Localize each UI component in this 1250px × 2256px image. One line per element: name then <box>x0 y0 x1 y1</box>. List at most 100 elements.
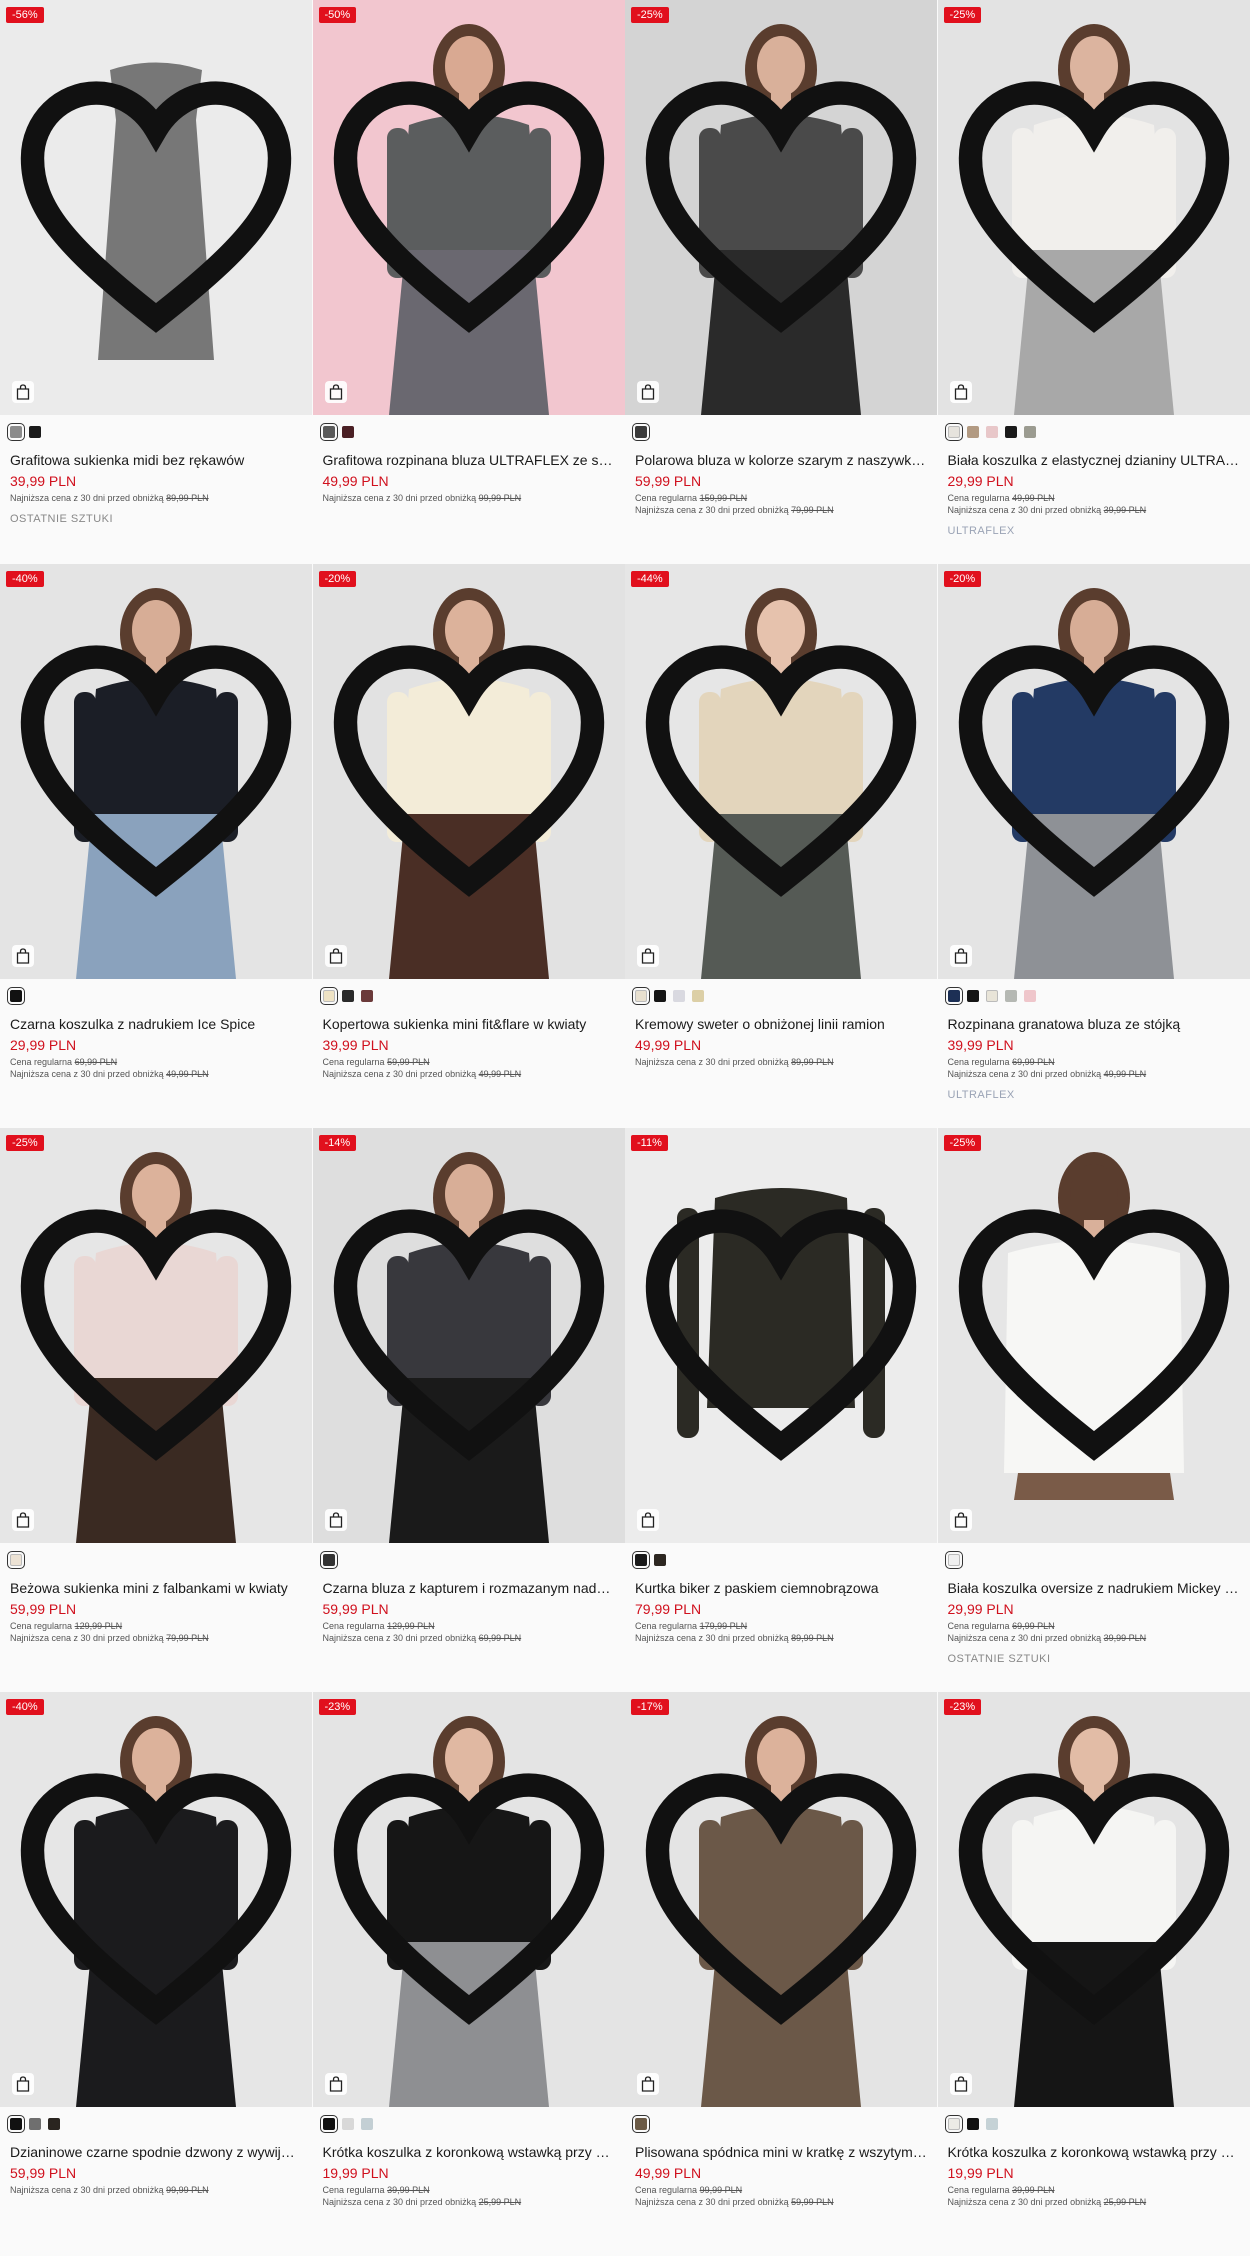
product-name[interactable]: Biała koszulka z elastycznej dzianiny UL… <box>938 442 1250 469</box>
color-swatch[interactable] <box>635 2118 647 2130</box>
wishlist-heart-icon[interactable] <box>938 1692 1250 2107</box>
add-to-bag-button[interactable] <box>637 2073 659 2095</box>
product-name[interactable]: Polarowa bluza w kolorze szarym z naszyw… <box>625 442 938 469</box>
add-to-bag-button[interactable] <box>637 945 659 967</box>
product-image[interactable]: -11% <box>625 1128 937 1543</box>
product-card[interactable]: -40% Dzianinowe czarne spodnie dzwony z … <box>0 1692 313 2256</box>
product-name[interactable]: Czarna bluza z kapturem i rozmazanym nad… <box>313 1570 626 1597</box>
product-card[interactable]: -56% Grafitowa sukienka midi bez rękawów… <box>0 0 313 564</box>
product-card[interactable]: -23% Krótka koszulka z koronkową wstawką… <box>313 1692 626 2256</box>
product-name[interactable]: Plisowana spódnica mini w kratkę z wszyt… <box>625 2134 938 2161</box>
product-name[interactable]: Rozpinana granatowa bluza ze stójką <box>938 1006 1250 1033</box>
product-card[interactable]: -23% Krótka koszulka z koronkową wstawką… <box>938 1692 1250 2256</box>
add-to-bag-button[interactable] <box>325 1509 347 1531</box>
color-swatch[interactable] <box>361 990 373 1002</box>
product-image[interactable]: -25% <box>938 1128 1250 1543</box>
color-swatch[interactable] <box>654 1554 666 1566</box>
add-to-bag-button[interactable] <box>950 381 972 403</box>
product-image[interactable]: -40% <box>0 1692 312 2107</box>
product-image[interactable]: -40% <box>0 564 312 979</box>
wishlist-heart-icon[interactable] <box>0 0 312 415</box>
color-swatch[interactable] <box>342 2118 354 2130</box>
wishlist-heart-icon[interactable] <box>313 564 625 979</box>
product-image[interactable]: -23% <box>938 1692 1250 2107</box>
color-swatch[interactable] <box>10 2118 22 2130</box>
product-image[interactable]: -17% <box>625 1692 937 2107</box>
color-swatch[interactable] <box>10 1554 22 1566</box>
add-to-bag-button[interactable] <box>325 2073 347 2095</box>
color-swatch[interactable] <box>948 426 960 438</box>
color-swatch[interactable] <box>323 1554 335 1566</box>
color-swatch[interactable] <box>967 990 979 1002</box>
add-to-bag-button[interactable] <box>950 2073 972 2095</box>
color-swatch[interactable] <box>948 2118 960 2130</box>
product-card[interactable]: -50% Grafitowa rozpinana bluza ULTRAFLEX… <box>313 0 626 564</box>
color-swatch[interactable] <box>692 990 704 1002</box>
color-swatch[interactable] <box>635 1554 647 1566</box>
product-card[interactable]: -17% Plisowana spódnica mini w kratkę z … <box>625 1692 938 2256</box>
add-to-bag-button[interactable] <box>12 2073 34 2095</box>
product-card[interactable]: -40% Czarna koszulka z nadrukiem Ice Spi… <box>0 564 313 1128</box>
product-card[interactable]: -25% Polarowa bluza w kolorze szarym z n… <box>625 0 938 564</box>
wishlist-heart-icon[interactable] <box>625 564 937 979</box>
add-to-bag-button[interactable] <box>637 1509 659 1531</box>
color-swatch[interactable] <box>948 990 960 1002</box>
product-image[interactable]: -25% <box>625 0 937 415</box>
product-card[interactable]: -11% Kurtka biker z paskiem ciemnobrązow… <box>625 1128 938 1692</box>
product-name[interactable]: Krótka koszulka z koronkową wstawką przy… <box>313 2134 626 2161</box>
product-image[interactable]: -20% <box>313 564 625 979</box>
color-swatch[interactable] <box>48 2118 60 2130</box>
color-swatch[interactable] <box>986 2118 998 2130</box>
color-swatch[interactable] <box>635 426 647 438</box>
add-to-bag-button[interactable] <box>325 381 347 403</box>
product-name[interactable]: Grafitowa rozpinana bluza ULTRAFLEX ze s… <box>313 442 626 469</box>
color-swatch[interactable] <box>1005 426 1017 438</box>
product-image[interactable]: -23% <box>313 1692 625 2107</box>
color-swatch[interactable] <box>967 2118 979 2130</box>
color-swatch[interactable] <box>10 990 22 1002</box>
product-name[interactable]: Kurtka biker z paskiem ciemnobrązowa <box>625 1570 938 1597</box>
product-image[interactable]: -14% <box>313 1128 625 1543</box>
add-to-bag-button[interactable] <box>12 945 34 967</box>
color-swatch[interactable] <box>323 426 335 438</box>
product-name[interactable]: Kremowy sweter o obniżonej linii ramion <box>625 1006 938 1033</box>
add-to-bag-button[interactable] <box>325 945 347 967</box>
add-to-bag-button[interactable] <box>950 945 972 967</box>
product-card[interactable]: -20% Kopertowa sukienka mini fit&flare w… <box>313 564 626 1128</box>
color-swatch[interactable] <box>10 426 22 438</box>
wishlist-heart-icon[interactable] <box>313 1128 625 1543</box>
wishlist-heart-icon[interactable] <box>313 1692 625 2107</box>
product-card[interactable]: -20% Rozpinana granatowa bluza ze stójką… <box>938 564 1250 1128</box>
product-name[interactable]: Beżowa sukienka mini z falbankami w kwia… <box>0 1570 313 1597</box>
product-card[interactable]: -14% Czarna bluza z kapturem i rozmazany… <box>313 1128 626 1692</box>
wishlist-heart-icon[interactable] <box>625 0 937 415</box>
color-swatch[interactable] <box>323 2118 335 2130</box>
product-name[interactable]: Krótka koszulka z koronkową wstawką przy… <box>938 2134 1250 2161</box>
product-image[interactable]: -44% <box>625 564 937 979</box>
product-image[interactable]: -25% <box>938 0 1250 415</box>
product-name[interactable]: Grafitowa sukienka midi bez rękawów <box>0 442 313 469</box>
product-card[interactable]: -25% Biała koszulka z elastycznej dziani… <box>938 0 1250 564</box>
product-image[interactable]: -20% <box>938 564 1250 979</box>
wishlist-heart-icon[interactable] <box>0 1128 312 1543</box>
product-card[interactable]: -25% Beżowa sukienka mini z falbankami w… <box>0 1128 313 1692</box>
product-image[interactable]: -25% <box>0 1128 312 1543</box>
color-swatch[interactable] <box>635 990 647 1002</box>
color-swatch[interactable] <box>29 2118 41 2130</box>
color-swatch[interactable] <box>654 990 666 1002</box>
product-name[interactable]: Dzianinowe czarne spodnie dzwony z wywij… <box>0 2134 313 2161</box>
product-name[interactable]: Biała koszulka oversize z nadrukiem Mick… <box>938 1570 1250 1597</box>
wishlist-heart-icon[interactable] <box>0 564 312 979</box>
wishlist-heart-icon[interactable] <box>625 1692 937 2107</box>
color-swatch[interactable] <box>967 426 979 438</box>
color-swatch[interactable] <box>323 990 335 1002</box>
product-card[interactable]: -25% Biała koszulka oversize z nadrukiem… <box>938 1128 1250 1692</box>
color-swatch[interactable] <box>948 1554 960 1566</box>
wishlist-heart-icon[interactable] <box>938 1128 1250 1543</box>
add-to-bag-button[interactable] <box>637 381 659 403</box>
color-swatch[interactable] <box>986 426 998 438</box>
product-image[interactable]: -56% <box>0 0 312 415</box>
wishlist-heart-icon[interactable] <box>313 0 625 415</box>
color-swatch[interactable] <box>361 2118 373 2130</box>
product-image[interactable]: -50% <box>313 0 625 415</box>
